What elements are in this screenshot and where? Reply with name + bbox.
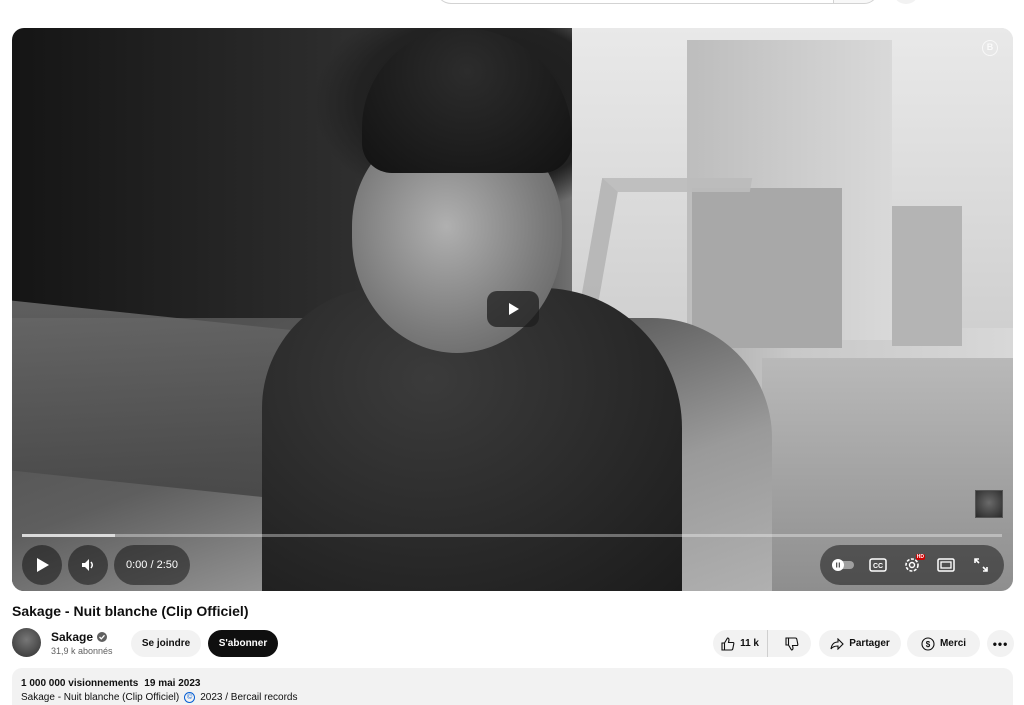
share-label: Partager (849, 638, 890, 649)
channel-name[interactable]: Sakage (51, 630, 93, 644)
copyright-icon: © (184, 692, 196, 703)
like-icon (721, 636, 735, 651)
description-first-line: Sakage - Nuit blanche (Clip Officiel) © … (21, 692, 1004, 703)
view-count: 1 000 000 visionnements (21, 678, 139, 689)
time-display: 0:00 / 2:50 (114, 545, 190, 585)
channel-watermark-icon[interactable]: B (982, 40, 998, 56)
share-button[interactable]: Partager (819, 630, 901, 657)
progress-bar[interactable] (22, 534, 1002, 537)
fullscreen-button[interactable] (969, 553, 993, 577)
player-right-controls: CC HD (820, 545, 1004, 585)
subscriber-count: 31,9 k abonnés (51, 646, 113, 656)
description-title: Sakage - Nuit blanche (Clip Officiel) (21, 692, 180, 703)
description-rights: 2023 / Bercail records (200, 692, 298, 703)
like-count: 11 k (740, 638, 759, 649)
center-play-button[interactable] (487, 291, 539, 327)
volume-icon (82, 559, 93, 571)
description-box[interactable]: 1 000 000 visionnements 19 mai 2023 Sakag… (12, 668, 1013, 705)
fullscreen-icon (973, 558, 988, 572)
join-button[interactable]: Se joindre (131, 630, 201, 657)
theater-icon (937, 558, 956, 572)
video-player[interactable]: B 0:00 / 2:50 CC HD (12, 28, 1013, 591)
progress-loaded (22, 534, 116, 537)
channel-row: Sakage 31,9 k abonnés Se joindre S'abonn… (12, 628, 1014, 658)
thanks-icon: $ (921, 636, 935, 651)
dislike-icon (785, 636, 799, 651)
play-button[interactable] (22, 545, 62, 585)
autoplay-toggle-icon (832, 559, 855, 571)
autoplay-toggle[interactable] (831, 553, 855, 577)
publish-date: 19 mai 2023 (144, 678, 201, 689)
share-icon (830, 637, 844, 650)
quality-badge: HD (915, 554, 925, 560)
channel-avatar[interactable] (12, 628, 41, 657)
captions-icon: CC (868, 558, 887, 572)
description-meta: 1 000 000 visionnements 19 mai 2023 (21, 678, 1004, 689)
verified-icon (97, 632, 108, 642)
channel-name-container[interactable]: Sakage (51, 630, 108, 644)
captions-button[interactable]: CC (866, 553, 890, 577)
svg-text:$: $ (926, 640, 931, 649)
mute-button[interactable] (68, 545, 108, 585)
svg-text:CC: CC (873, 563, 883, 570)
channel-branding-thumbnail[interactable] (975, 490, 1003, 518)
like-button[interactable]: 11 k (713, 630, 769, 657)
settings-button[interactable]: HD (900, 553, 925, 577)
search-input[interactable] (436, 0, 834, 4)
voice-search-button[interactable] (893, 0, 919, 4)
video-title: Sakage - Nuit blanche (Clip Officiel) (12, 603, 249, 619)
dislike-button[interactable] (773, 630, 811, 657)
play-icon (37, 558, 49, 572)
video-frame-building-far (892, 206, 962, 346)
like-dislike-group: 11 k (713, 630, 811, 657)
top-bar (0, 0, 1024, 28)
play-icon (509, 303, 519, 315)
search-button[interactable] (833, 0, 879, 4)
subscribe-button[interactable]: S'abonner (208, 630, 278, 657)
video-frame-cap (362, 28, 572, 173)
thanks-label: Merci (939, 638, 967, 649)
thanks-button[interactable]: $ Merci (907, 630, 980, 657)
more-actions-button[interactable]: ••• (987, 630, 1014, 657)
theater-mode-button[interactable] (934, 553, 958, 577)
